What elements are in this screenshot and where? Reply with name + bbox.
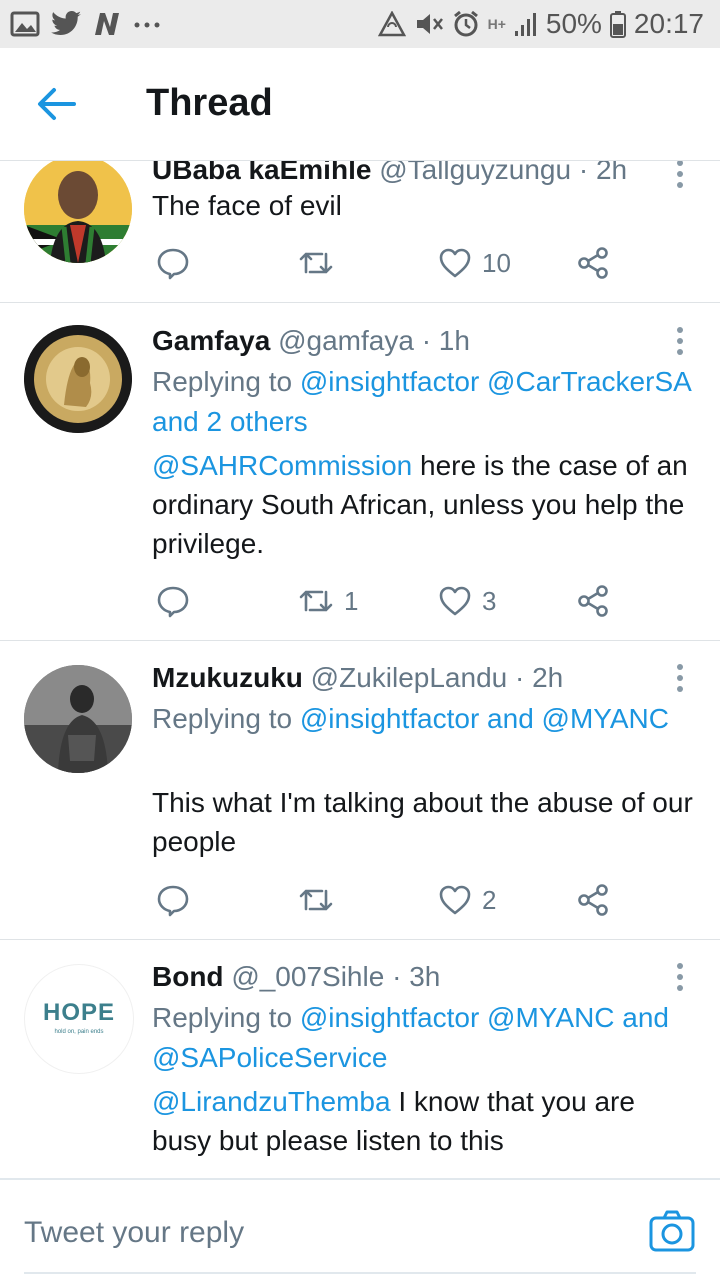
retweet-button[interactable] [298,878,344,922]
avatar[interactable]: HOPE hold on, pain ends [24,964,134,1074]
retweet-icon [299,590,333,612]
tweet-text: @SAHRCommission here is the case of an o… [152,450,688,559]
retweet-button[interactable]: 1 [298,579,358,623]
clock: 20:17 [633,8,704,39]
share-button[interactable] [576,579,610,623]
mute-icon [416,14,443,34]
heart-icon [439,586,471,616]
n-app-icon [95,13,119,35]
display-name[interactable]: Bond [152,961,224,992]
signal-icon [514,13,536,36]
reply-button[interactable] [156,878,200,922]
status-right-icons: H+ 50% 20:17 [377,8,704,40]
retweet-icon [299,252,333,274]
sync-icon [377,11,406,37]
tweet-time: 1h [438,325,470,356]
tweet-actions: 2 [152,878,632,922]
like-button[interactable]: 10 [438,241,511,285]
replying-to: Replying to @insightfactor and @MYANC [152,703,670,734]
tweet-header: Gamfaya @gamfaya · 1h [152,325,470,356]
more-options-icon[interactable] [668,661,692,695]
reply-input[interactable]: Tweet your reply [24,1208,624,1258]
user-handle[interactable]: @_007Sihle [231,961,384,992]
tweet-header: Mzukuzuku @ZukilepLandu · 2h [152,662,564,693]
like-button[interactable]: 2 [438,878,496,922]
page-title: Thread [146,82,273,124]
more-options-icon[interactable] [668,324,692,358]
alarm-icon [453,10,478,37]
camera-icon[interactable] [648,1208,696,1256]
back-arrow-icon[interactable] [30,78,82,130]
status-bar: H+ 50% 20:17 [0,0,720,48]
avatar-logo-text: HOPE [42,999,115,1026]
like-button[interactable]: 3 [438,579,496,623]
avatar[interactable] [24,325,132,433]
reply-composer: Tweet your reply [0,1178,720,1282]
reply-icon [157,885,189,917]
tweet-header: UBaba kaEmihle @Tallguyzungu · 2h [152,161,627,187]
reply-icon [157,586,189,618]
share-button[interactable] [576,241,610,285]
avatar-logo-subtext: hold on, pain ends [54,1029,104,1035]
retweet-icon [299,889,333,911]
user-handle[interactable]: @ZukilepLandu [311,662,508,693]
gallery-icon [10,11,40,37]
battery-percent: 50% [545,8,602,39]
tweet-time: 2h [595,161,628,185]
tweet-text: This what I'm talking about the abuse of… [152,787,693,857]
retweet-button[interactable] [298,241,344,285]
retweet-count: 1 [344,585,359,616]
twitter-icon [51,11,81,35]
display-name[interactable]: Gamfaya [152,325,270,356]
reply-button[interactable] [156,579,200,623]
display-name[interactable]: Mzukuzuku [152,662,303,693]
status-left-icons [10,11,162,37]
network-type: H+ [487,16,506,32]
like-count: 10 [482,247,511,278]
app-bar: Thread [0,48,720,161]
share-icon [578,247,608,279]
tweet-item[interactable]: HOPE hold on, pain ends Bond @_007Sihle … [0,940,720,1178]
reply-icon [157,248,189,280]
user-handle[interactable]: @Tallguyzungu [379,161,571,185]
replying-to: Replying to @insightfactor @MYANC and @S… [152,1002,670,1073]
tweet-actions: 1 3 [152,579,632,623]
reply-input-underline [24,1272,696,1274]
tweet-actions: 10 [152,241,632,285]
tweet-item[interactable]: UBaba kaEmihle @Tallguyzungu · 2h The fa… [0,161,720,303]
avatar[interactable] [24,161,132,263]
tweet-text: The face of evil [152,190,342,221]
like-count: 2 [482,884,497,915]
reply-button[interactable] [156,241,200,285]
user-handle[interactable]: @gamfaya [278,325,414,356]
share-icon [578,884,608,916]
tweet-item[interactable]: Mzukuzuku @ZukilepLandu · 2h Replying to… [0,641,720,940]
avatar[interactable] [24,665,132,773]
mention-link[interactable]: @SAHRCommission [152,450,412,481]
tweet-text: @LirandzuThemba I know that you are busy… [152,1086,635,1156]
tweet-time: 3h [409,961,441,992]
tweet-item[interactable]: Gamfaya @gamfaya · 1h Replying to @insig… [0,303,720,641]
battery-icon [609,11,626,38]
replying-to-link[interactable]: @insightfactor and @MYANC [300,703,669,734]
mention-link[interactable]: @LirandzuThemba [152,1086,391,1117]
replying-to: Replying to @insightfactor @CarTrackerSA… [152,366,691,437]
more-dots-icon [134,22,160,28]
tweet-time: 2h [532,662,564,693]
display-name[interactable]: UBaba kaEmihle [152,161,371,185]
tweet-header: Bond @_007Sihle · 3h [152,961,441,992]
more-options-icon[interactable] [668,960,692,994]
share-icon [578,585,608,617]
heart-icon [439,885,471,915]
share-button[interactable] [576,878,610,922]
heart-icon [439,248,471,278]
like-count: 3 [482,585,497,616]
